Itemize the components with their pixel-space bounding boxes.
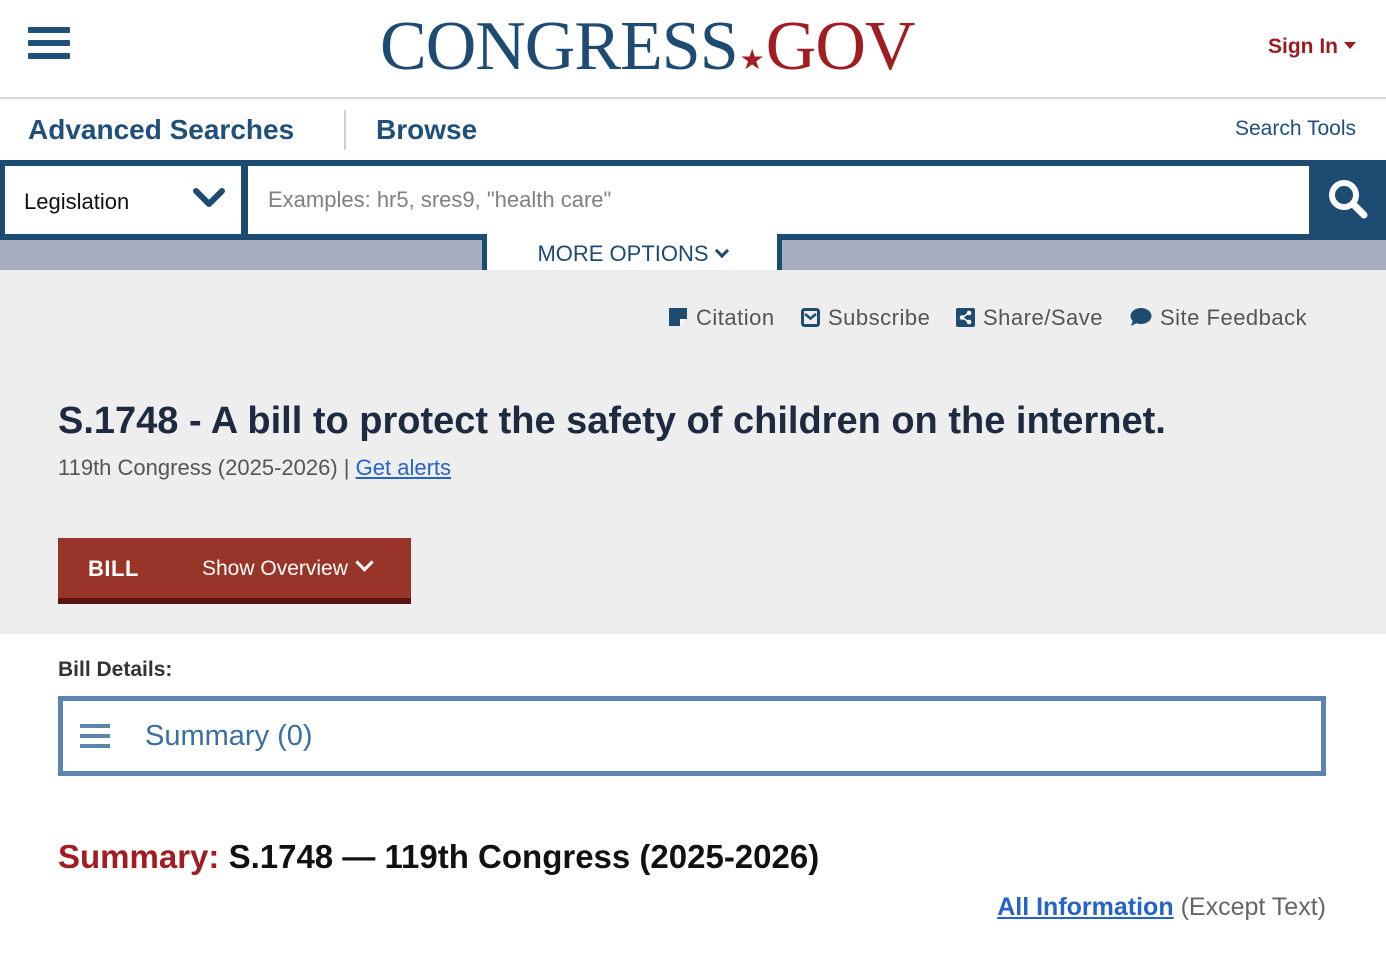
- search-input[interactable]: [248, 166, 1309, 234]
- more-options-label: MORE OPTIONS: [537, 241, 709, 266]
- summary-heading-label: Summary:: [58, 838, 220, 875]
- collection-select[interactable]: Legislation: [5, 166, 241, 234]
- meta-separator: |: [343, 455, 350, 480]
- search-bar: Legislation: [0, 160, 1386, 240]
- main-nav: Advanced Searches Browse Search Tools: [0, 100, 1386, 160]
- except-text-note: (Except Text): [1180, 893, 1326, 921]
- congress-session: 119th Congress (2025-2026): [58, 455, 338, 480]
- logo-text-gov: GOV: [765, 8, 916, 85]
- logo-text-congress: CONGRESS: [380, 8, 739, 85]
- site-feedback-link[interactable]: Site Feedback: [1130, 305, 1307, 331]
- nav-divider: [344, 110, 346, 150]
- site-feedback-label: Site Feedback: [1160, 305, 1308, 330]
- logo-star-icon: ★: [739, 45, 765, 76]
- speech-bubble-icon: [1130, 308, 1152, 327]
- summary-tab-label: Summary (0): [145, 720, 313, 752]
- list-icon: [80, 724, 110, 748]
- chevron-down-icon: [355, 553, 374, 572]
- all-information-link[interactable]: All Information: [997, 893, 1173, 921]
- get-alerts-link[interactable]: Get alerts: [356, 455, 451, 480]
- bill-overview-tab: BILL Show Overview: [58, 538, 411, 604]
- citation-icon: [669, 308, 687, 327]
- show-overview-button[interactable]: Show Overview: [202, 553, 374, 581]
- bill-details-label: Bill Details:: [58, 658, 173, 681]
- search-tools-link[interactable]: Search Tools: [1235, 117, 1356, 141]
- citation-label: Citation: [696, 305, 775, 330]
- search-button[interactable]: [1310, 160, 1386, 240]
- bill-meta: 119th Congress (2025-2026) | Get alerts: [58, 455, 451, 481]
- nav-advanced-searches[interactable]: Advanced Searches: [28, 114, 294, 146]
- summary-heading: Summary: S.1748 — 119th Congress (2025-2…: [58, 838, 819, 876]
- share-save-label: Share/Save: [983, 305, 1103, 330]
- site-header: CONGRESS★GOV Sign In: [0, 0, 1386, 99]
- search-icon: [1329, 180, 1368, 219]
- bill-details-dropdown[interactable]: Summary (0): [58, 696, 1326, 776]
- show-overview-label: Show Overview: [202, 557, 348, 580]
- chevron-down-icon: [193, 188, 225, 207]
- bill-tab-label: BILL: [88, 556, 139, 581]
- subscribe-label: Subscribe: [828, 305, 931, 330]
- summary-heading-text: S.1748 — 119th Congress (2025-2026): [228, 838, 820, 875]
- share-save-link[interactable]: Share/Save: [956, 305, 1103, 331]
- congress-gov-logo[interactable]: CONGRESS★GOV: [380, 8, 916, 85]
- sign-in-button[interactable]: Sign In: [1268, 35, 1356, 59]
- sign-in-label: Sign In: [1268, 35, 1338, 58]
- subscribe-link[interactable]: Subscribe: [801, 305, 930, 331]
- nav-browse[interactable]: Browse: [376, 114, 477, 146]
- citation-link[interactable]: Citation: [668, 305, 775, 331]
- page-tools: Citation Subscribe Share/Save Site Feedb…: [0, 305, 1386, 335]
- all-information-row: All Information (Except Text): [997, 893, 1326, 922]
- caret-down-icon: [1344, 41, 1356, 49]
- share-icon: [956, 307, 975, 327]
- chevron-down-icon: [714, 243, 729, 259]
- bill-title: S.1748 - A bill to protect the safety of…: [58, 400, 1166, 442]
- hamburger-menu-icon[interactable]: [28, 27, 70, 65]
- collection-select-value: Legislation: [24, 189, 130, 214]
- envelope-icon: [801, 307, 820, 327]
